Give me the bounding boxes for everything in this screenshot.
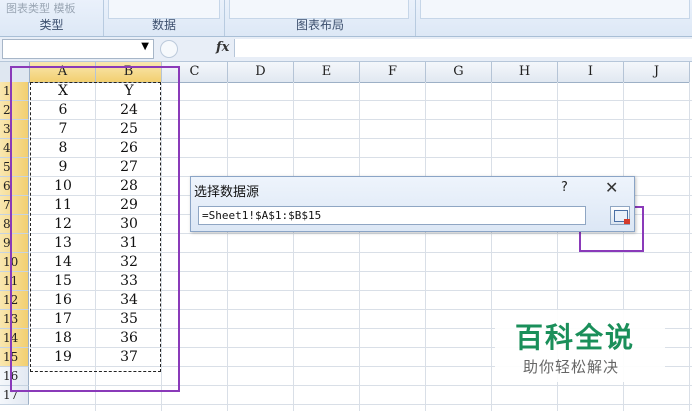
column-header-d[interactable]: D — [228, 62, 294, 83]
styles-gallery[interactable] — [420, 0, 690, 19]
ribbon: 图表类型 模板 类型 数据 图表布局 — [0, 0, 692, 37]
ribbon-group-data-label: 数据 — [151, 18, 176, 32]
help-icon[interactable]: ? — [561, 180, 568, 195]
ribbon-group-styles — [416, 0, 692, 36]
grid-vline — [359, 82, 360, 411]
grid-vline — [491, 82, 492, 411]
column-header-g[interactable]: G — [426, 62, 492, 83]
ribbon-group-layout: 图表布局 — [225, 0, 416, 36]
fx-icon[interactable]: fx — [216, 40, 229, 55]
formula-input[interactable] — [234, 39, 692, 57]
close-icon[interactable]: ✕ — [605, 178, 618, 197]
grid-vline — [293, 82, 294, 411]
grid-vline — [689, 82, 690, 411]
highlight-box-data — [10, 66, 180, 392]
formula-bar: ▼ fx — [0, 37, 692, 62]
range-select-icon — [614, 210, 630, 224]
dialog-title: 选择数据源 — [194, 185, 260, 200]
ribbon-group-type-label: 类型 — [39, 18, 64, 32]
watermark-tagline: 助你轻松解决 — [523, 358, 620, 376]
formula-circle-icon — [160, 40, 178, 58]
ribbon-group-data: 数据 — [104, 0, 225, 36]
column-header-f[interactable]: F — [360, 62, 426, 83]
column-header-e[interactable]: E — [294, 62, 360, 83]
column-header-i[interactable]: I — [558, 62, 624, 83]
watermark: 百科全说 助你轻松解决 — [495, 310, 665, 382]
expand-dialog-button[interactable] — [610, 206, 630, 225]
select-data-source-dialog: 选择数据源 ? ✕ =Sheet1!$A$1:$B$15 — [190, 176, 635, 232]
grid-hline — [30, 404, 692, 405]
data-range-input[interactable]: =Sheet1!$A$1:$B$15 — [198, 206, 586, 225]
name-box[interactable]: ▼ — [2, 39, 154, 59]
grid-vline — [425, 82, 426, 411]
column-header-h[interactable]: H — [492, 62, 558, 83]
ribbon-group-type: 图表类型 模板 类型 — [0, 0, 104, 36]
chart-type-buttons[interactable]: 图表类型 模板 — [6, 0, 76, 16]
ribbon-group-layout-label: 图表布局 — [295, 18, 344, 32]
chevron-down-icon[interactable]: ▼ — [141, 41, 149, 52]
grid-vline — [227, 82, 228, 411]
watermark-brand: 百科全说 — [515, 321, 636, 354]
column-header-j[interactable]: J — [624, 62, 690, 83]
